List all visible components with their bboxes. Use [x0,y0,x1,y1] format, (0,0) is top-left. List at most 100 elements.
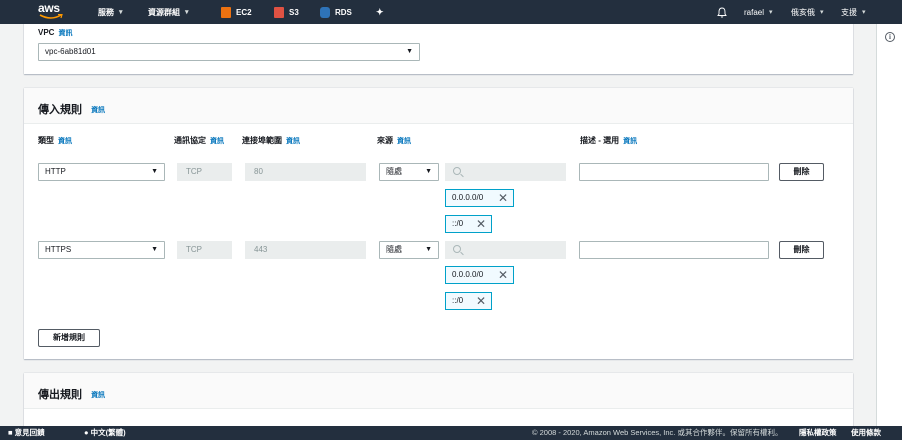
dropdown-arrow-icon: ▼ [425,168,432,175]
description-header: 描述 - 選用 資訊 [580,136,638,145]
rule-port-field: 443 [245,241,366,259]
add-rule-button[interactable]: 新增規則 [38,329,100,347]
language-selector[interactable]: ● 中文(繁體) [84,426,126,440]
rds-shortcut[interactable]: RDS [320,0,352,24]
vpc-value: vpc-6ab81d01 [45,47,96,56]
user-name: rafael [744,7,765,17]
region-menu[interactable]: 俄亥俄 ▾ [791,0,824,24]
privacy-policy-link[interactable]: 隱私權政策 [799,426,837,440]
chevron-down-icon: ▾ [119,9,123,16]
rule-description-input[interactable] [579,163,769,181]
rule-source-value: 隨處 [386,245,402,254]
type-header: 類型 資訊 [38,136,72,145]
rule-type-value: HTTP [45,167,66,176]
vpc-panel: VPC 資訊 vpc-6ab81d01 ▼ [24,24,853,74]
dropdown-arrow-icon: ▼ [151,246,158,253]
source-info-link[interactable]: 資訊 [397,138,411,145]
rule-description-input[interactable] [579,241,769,259]
dropdown-arrow-icon: ▼ [425,246,432,253]
support-menu[interactable]: 支援 ▾ [841,0,866,24]
rds-icon [320,6,330,18]
user-menu[interactable]: rafael ▾ [744,0,773,24]
s3-label: S3 [289,7,299,17]
rule-source-select[interactable]: 隨處 ▼ [379,241,439,259]
rule-protocol-field: TCP [177,241,232,259]
outbound-rules-header: 傳出規則 資訊 [24,373,853,409]
source-cidr-search[interactable] [445,163,566,181]
console-footer: ■ 意見回饋 ● 中文(繁體) © 2008 - 2020, Amazon We… [0,426,902,440]
protocol-header: 通訊協定 資訊 [174,136,224,145]
feedback-label: 意見回饋 [14,428,45,437]
remove-token-icon[interactable]: ✕ [498,267,508,283]
services-label: 服務 [98,7,114,17]
delete-rule-button[interactable]: 刪除 [779,241,824,259]
dropdown-arrow-icon: ▼ [151,168,158,175]
rule-source-value: 隨處 [386,167,402,176]
inbound-info-link[interactable]: 資訊 [91,107,105,114]
ec2-label: EC2 [236,7,252,17]
outbound-rules-panel: 傳出規則 資訊 [24,373,853,426]
notifications-button[interactable] [717,0,727,24]
globe-icon: ● [84,428,89,437]
dropdown-arrow-icon: ▼ [406,48,413,55]
ec2-shortcut[interactable]: EC2 [221,0,252,24]
search-icon [453,245,461,253]
source-cidr-token: 0.0.0.0/0 ✕ [445,266,514,284]
pin-button[interactable]: ✦ [376,0,384,24]
rule-type-select[interactable]: HTTP ▼ [38,163,165,181]
inbound-rules-header: 傳入規則 資訊 [24,88,853,124]
remove-token-icon[interactable]: ✕ [476,293,486,309]
resource-groups-label: 資源群組 [148,7,180,17]
source-cidr-token: ::/0 ✕ [445,215,492,233]
port-range-header: 連接埠範圍 資訊 [242,136,300,145]
source-cidr-token: ::/0 ✕ [445,292,492,310]
chevron-down-icon: ▾ [769,9,773,16]
help-panel-rail [876,24,902,426]
source-cidr-token: 0.0.0.0/0 ✕ [445,189,514,207]
source-cidr-search[interactable] [445,241,566,259]
speech-bubble-icon: ■ [8,428,13,437]
bell-icon [717,7,727,18]
type-info-link[interactable]: 資訊 [58,138,72,145]
remove-token-icon[interactable]: ✕ [476,216,486,232]
rule-source-select[interactable]: 隨處 ▼ [379,163,439,181]
main-content: VPC 資訊 vpc-6ab81d01 ▼ 傳入規則 資訊 類型 資訊 通訊協定 資訊… [0,24,876,426]
rds-label: RDS [335,7,352,17]
rule-protocol-field: TCP [177,163,232,181]
inbound-rules-panel: 傳入規則 資訊 類型 資訊 通訊協定 資訊 連接埠範圍 資訊 來源 資訊 描述 - 選用… [24,88,853,359]
services-menu[interactable]: 服務 ▾ [98,0,123,24]
s3-shortcut[interactable]: S3 [274,0,299,24]
resource-groups-menu[interactable]: 資源群組 ▾ [148,0,189,24]
vpc-select[interactable]: vpc-6ab81d01 ▼ [38,43,420,61]
chevron-down-icon: ▾ [185,9,189,16]
inbound-rules-title: 傳入規則 資訊 [38,104,106,116]
source-header: 來源 資訊 [377,136,411,145]
search-icon [453,167,461,175]
feedback-link[interactable]: ■ 意見回饋 [8,426,45,440]
copyright-text: © 2008 - 2020, Amazon Web Services, Inc.… [532,428,783,437]
outbound-rules-title: 傳出規則 資訊 [38,389,106,401]
description-info-link[interactable]: 資訊 [623,138,637,145]
rule-type-select[interactable]: HTTPS ▼ [38,241,165,259]
remove-token-icon[interactable]: ✕ [498,190,508,206]
s3-icon [274,6,284,18]
port-range-info-link[interactable]: 資訊 [286,138,300,145]
region-label: 俄亥俄 [791,7,815,17]
pin-icon: ✦ [376,6,384,17]
info-icon[interactable]: i [885,32,895,42]
vpc-info-link[interactable]: 資訊 [58,30,72,37]
chevron-down-icon: ▾ [862,9,866,16]
top-navigation-bar: aws 服務 ▾ 資源群組 ▾ EC2 S3 RDS ✦ rafael ▾ 俄亥俄 ▾ … [0,0,902,24]
rule-port-field: 80 [245,163,366,181]
terms-of-use-link[interactable]: 使用條款 [851,426,881,440]
vpc-label: VPC 資訊 [38,28,73,37]
ec2-icon [221,6,231,18]
aws-logo[interactable]: aws [38,2,66,22]
support-label: 支援 [841,7,857,17]
rule-type-value: HTTPS [45,245,72,254]
language-label: 中文(繁體) [90,428,126,437]
chevron-down-icon: ▾ [820,9,824,16]
delete-rule-button[interactable]: 刪除 [779,163,824,181]
protocol-info-link[interactable]: 資訊 [210,138,224,145]
outbound-info-link[interactable]: 資訊 [91,392,105,399]
